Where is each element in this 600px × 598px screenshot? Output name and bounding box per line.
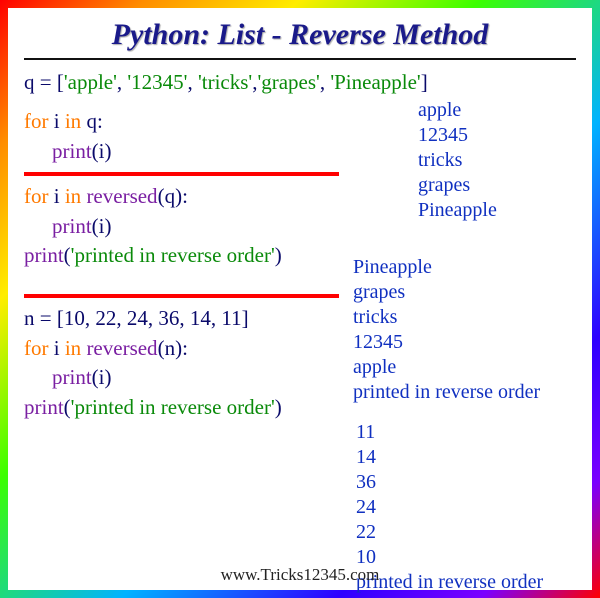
paren-open: ( bbox=[92, 214, 99, 238]
paren-open: ( bbox=[92, 365, 99, 389]
eq-open: = [ bbox=[35, 70, 64, 94]
kw-print: print bbox=[24, 395, 64, 419]
kw-for: for bbox=[24, 184, 54, 208]
output-line: printed in reverse order bbox=[353, 380, 540, 405]
kw-reversed: reversed bbox=[86, 184, 157, 208]
colon: : bbox=[97, 109, 103, 133]
str-msg: 'printed in reverse order' bbox=[71, 395, 275, 419]
var-i: i bbox=[54, 184, 65, 208]
output-line: 24 bbox=[356, 495, 543, 520]
kw-in: in bbox=[65, 109, 87, 133]
kw-for: for bbox=[24, 336, 54, 360]
output-line: grapes bbox=[418, 173, 497, 198]
str-pineapple: 'Pineapple' bbox=[330, 70, 420, 94]
var-q: q bbox=[165, 184, 176, 208]
page-title: Python: List - Reverse Method bbox=[24, 18, 576, 60]
paren-open: ( bbox=[158, 184, 165, 208]
paren-close: ) bbox=[275, 395, 282, 419]
comma: , bbox=[320, 70, 331, 94]
var-i: i bbox=[54, 336, 65, 360]
comma: , bbox=[187, 70, 198, 94]
output-line: tricks bbox=[418, 148, 497, 173]
output-line: apple bbox=[353, 355, 540, 380]
output-line: 14 bbox=[356, 445, 543, 470]
str-tricks: 'tricks' bbox=[198, 70, 252, 94]
output-line: 36 bbox=[356, 470, 543, 495]
str-apple: 'apple' bbox=[64, 70, 117, 94]
kw-print: print bbox=[24, 243, 64, 267]
line-assign-q: q = ['apple', '12345', 'tricks','grapes'… bbox=[24, 68, 576, 97]
divider-line bbox=[24, 294, 339, 298]
paren-close: ) bbox=[105, 365, 112, 389]
output-line: Pineapple bbox=[353, 255, 540, 280]
paren-open: ( bbox=[158, 336, 165, 360]
paren-open: ( bbox=[64, 395, 71, 419]
kw-print: print bbox=[52, 139, 92, 163]
close-bracket: ] bbox=[242, 306, 249, 330]
output-block-1: apple 12345 tricks grapes Pineapple bbox=[418, 98, 497, 223]
paren-open: ( bbox=[64, 243, 71, 267]
output-line: Pineapple bbox=[418, 198, 497, 223]
var-n: n bbox=[165, 336, 176, 360]
kw-in: in bbox=[65, 336, 87, 360]
output-line: tricks bbox=[353, 305, 540, 330]
paren-open: ( bbox=[92, 139, 99, 163]
page-card: Python: List - Reverse Method q = ['appl… bbox=[8, 8, 592, 590]
output-line: 11 bbox=[356, 420, 543, 445]
str-12345: '12345' bbox=[127, 70, 187, 94]
colon: : bbox=[182, 184, 188, 208]
var-n: n bbox=[24, 306, 35, 330]
num-list: 10, 22, 24, 36, 14, 11 bbox=[64, 306, 242, 330]
footer-url: www.Tricks12345.com bbox=[8, 565, 592, 585]
paren-close: ) bbox=[105, 214, 112, 238]
var-i: i bbox=[54, 109, 65, 133]
kw-print: print bbox=[52, 214, 92, 238]
output-line: grapes bbox=[353, 280, 540, 305]
var-q: q bbox=[24, 70, 35, 94]
kw-in: in bbox=[65, 184, 87, 208]
output-line: 12345 bbox=[418, 123, 497, 148]
output-line: 12345 bbox=[353, 330, 540, 355]
paren-close: ) bbox=[175, 184, 182, 208]
kw-reversed: reversed bbox=[86, 336, 157, 360]
str-grapes: 'grapes' bbox=[257, 70, 319, 94]
eq-open: = [ bbox=[35, 306, 64, 330]
output-line: apple bbox=[418, 98, 497, 123]
var-q: q bbox=[86, 109, 97, 133]
output-block-2: Pineapple grapes tricks 12345 apple prin… bbox=[353, 255, 540, 405]
str-msg: 'printed in reverse order' bbox=[71, 243, 275, 267]
close-bracket: ] bbox=[421, 70, 428, 94]
kw-for: for bbox=[24, 109, 54, 133]
kw-print: print bbox=[52, 365, 92, 389]
paren-close: ) bbox=[275, 243, 282, 267]
colon: : bbox=[182, 336, 188, 360]
comma: , bbox=[117, 70, 128, 94]
divider-line bbox=[24, 172, 339, 176]
paren-close: ) bbox=[105, 139, 112, 163]
paren-close: ) bbox=[175, 336, 182, 360]
output-line: 22 bbox=[356, 520, 543, 545]
